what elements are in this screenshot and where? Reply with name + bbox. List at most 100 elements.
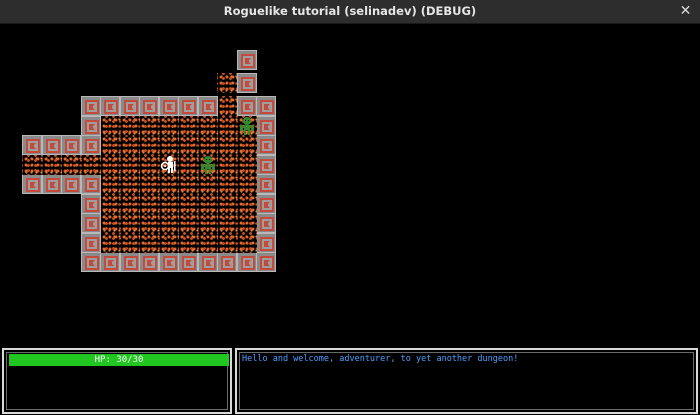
- floor-tile: [217, 135, 237, 155]
- spiral-glyph-icon: [260, 139, 274, 153]
- wall-tile: [256, 252, 276, 272]
- floor-tile: [100, 232, 120, 253]
- floor-tile: [41, 154, 62, 175]
- wall-tile: [119, 252, 140, 272]
- orc-icon: [239, 116, 254, 135]
- wall-tile: [158, 252, 179, 272]
- floor-tile: [236, 232, 257, 253]
- window-title: Roguelike tutorial (selinadev) (DEBUG): [223, 4, 477, 18]
- floor-tile: [100, 213, 120, 233]
- spiral-glyph-icon: [84, 256, 99, 270]
- wall-tile: [256, 96, 276, 116]
- enemy-orc: [198, 155, 218, 175]
- wall-tile: [256, 154, 276, 175]
- floor-tile: [178, 174, 198, 194]
- spiral-glyph-icon: [143, 256, 157, 270]
- spiral-glyph-icon: [182, 100, 196, 114]
- log-message: Hello and welcome, adventurer, to yet an…: [242, 354, 519, 364]
- floor-tile: [139, 193, 159, 214]
- floor-tile: [158, 115, 179, 136]
- floor-tile: [22, 154, 42, 175]
- spiral-glyph-icon: [84, 100, 99, 114]
- spiral-glyph-icon: [182, 256, 196, 270]
- wall-tile: [80, 193, 101, 214]
- spiral-glyph-icon: [260, 100, 274, 114]
- floor-tile: [100, 174, 120, 194]
- floor-tile: [236, 174, 257, 194]
- spiral-glyph-icon: [65, 178, 79, 192]
- game-map[interactable]: [0, 24, 700, 348]
- wall-tile: [80, 96, 101, 116]
- wall-tile: [256, 232, 276, 253]
- wall-tile: [41, 174, 62, 194]
- floor-tile: [119, 193, 140, 214]
- wall-tile: [80, 135, 101, 155]
- spiral-glyph-icon: [104, 100, 118, 114]
- floor-tile: [217, 193, 237, 214]
- floor-tile: [119, 174, 140, 194]
- floor-tile: [139, 232, 159, 253]
- floor-tile: [217, 213, 237, 233]
- floor-tile: [236, 135, 257, 155]
- spiral-glyph-icon: [84, 139, 99, 153]
- floor-tile: [119, 232, 140, 253]
- wall-tile: [80, 252, 101, 272]
- spiral-glyph-icon: [260, 256, 274, 270]
- stats-panel: HP: 30/30: [2, 348, 232, 414]
- wall-tile: [236, 252, 257, 272]
- floor-tile: [119, 213, 140, 233]
- wall-tile: [178, 96, 198, 116]
- floor-tile: [197, 232, 218, 253]
- spiral-glyph-icon: [84, 217, 99, 231]
- wall-tile: [139, 252, 159, 272]
- floor-tile: [236, 193, 257, 214]
- message-log: Hello and welcome, adventurer, to yet an…: [242, 354, 691, 408]
- orc-icon: [200, 155, 215, 174]
- window-titlebar: Roguelike tutorial (selinadev) (DEBUG) ✕: [0, 0, 700, 24]
- floor-tile: [100, 154, 120, 175]
- wall-tile: [80, 174, 101, 194]
- spiral-glyph-icon: [240, 100, 255, 114]
- floor-tile: [139, 115, 159, 136]
- wall-tile: [158, 96, 179, 116]
- floor-tile: [197, 115, 218, 136]
- floor-tile: [119, 115, 140, 136]
- wall-tile: [236, 50, 257, 70]
- floor-tile: [217, 232, 237, 253]
- spiral-glyph-icon: [260, 158, 274, 173]
- floor-tile: [100, 193, 120, 214]
- wall-tile: [61, 174, 81, 194]
- spiral-glyph-icon: [84, 197, 99, 212]
- floor-tile: [158, 135, 179, 155]
- wall-tile: [119, 96, 140, 116]
- floor-tile: [236, 154, 257, 175]
- wall-tile: [22, 174, 42, 194]
- spiral-glyph-icon: [260, 178, 274, 192]
- floor-tile: [119, 135, 140, 155]
- wall-tile: [80, 232, 101, 253]
- floor-tile: [158, 213, 179, 233]
- spiral-glyph-icon: [84, 119, 99, 134]
- spiral-glyph-icon: [45, 139, 60, 153]
- wall-tile: [80, 213, 101, 233]
- spiral-glyph-icon: [260, 197, 274, 212]
- floor-tile: [139, 135, 159, 155]
- wall-tile: [61, 135, 81, 155]
- floor-tile: [61, 154, 81, 175]
- floor-tile: [178, 213, 198, 233]
- wall-tile: [139, 96, 159, 116]
- floor-tile: [197, 213, 218, 233]
- spiral-glyph-icon: [162, 100, 177, 114]
- floor-tile: [197, 135, 218, 155]
- spiral-glyph-icon: [84, 178, 99, 192]
- wall-tile: [197, 252, 218, 272]
- spiral-glyph-icon: [162, 256, 177, 270]
- floor-tile: [100, 135, 120, 155]
- spiral-glyph-icon: [240, 54, 255, 68]
- close-icon[interactable]: ✕: [677, 3, 694, 20]
- floor-tile: [197, 193, 218, 214]
- floor-tile: [139, 154, 159, 175]
- spiral-glyph-icon: [123, 100, 138, 114]
- wall-tile: [80, 115, 101, 136]
- floor-tile: [178, 193, 198, 214]
